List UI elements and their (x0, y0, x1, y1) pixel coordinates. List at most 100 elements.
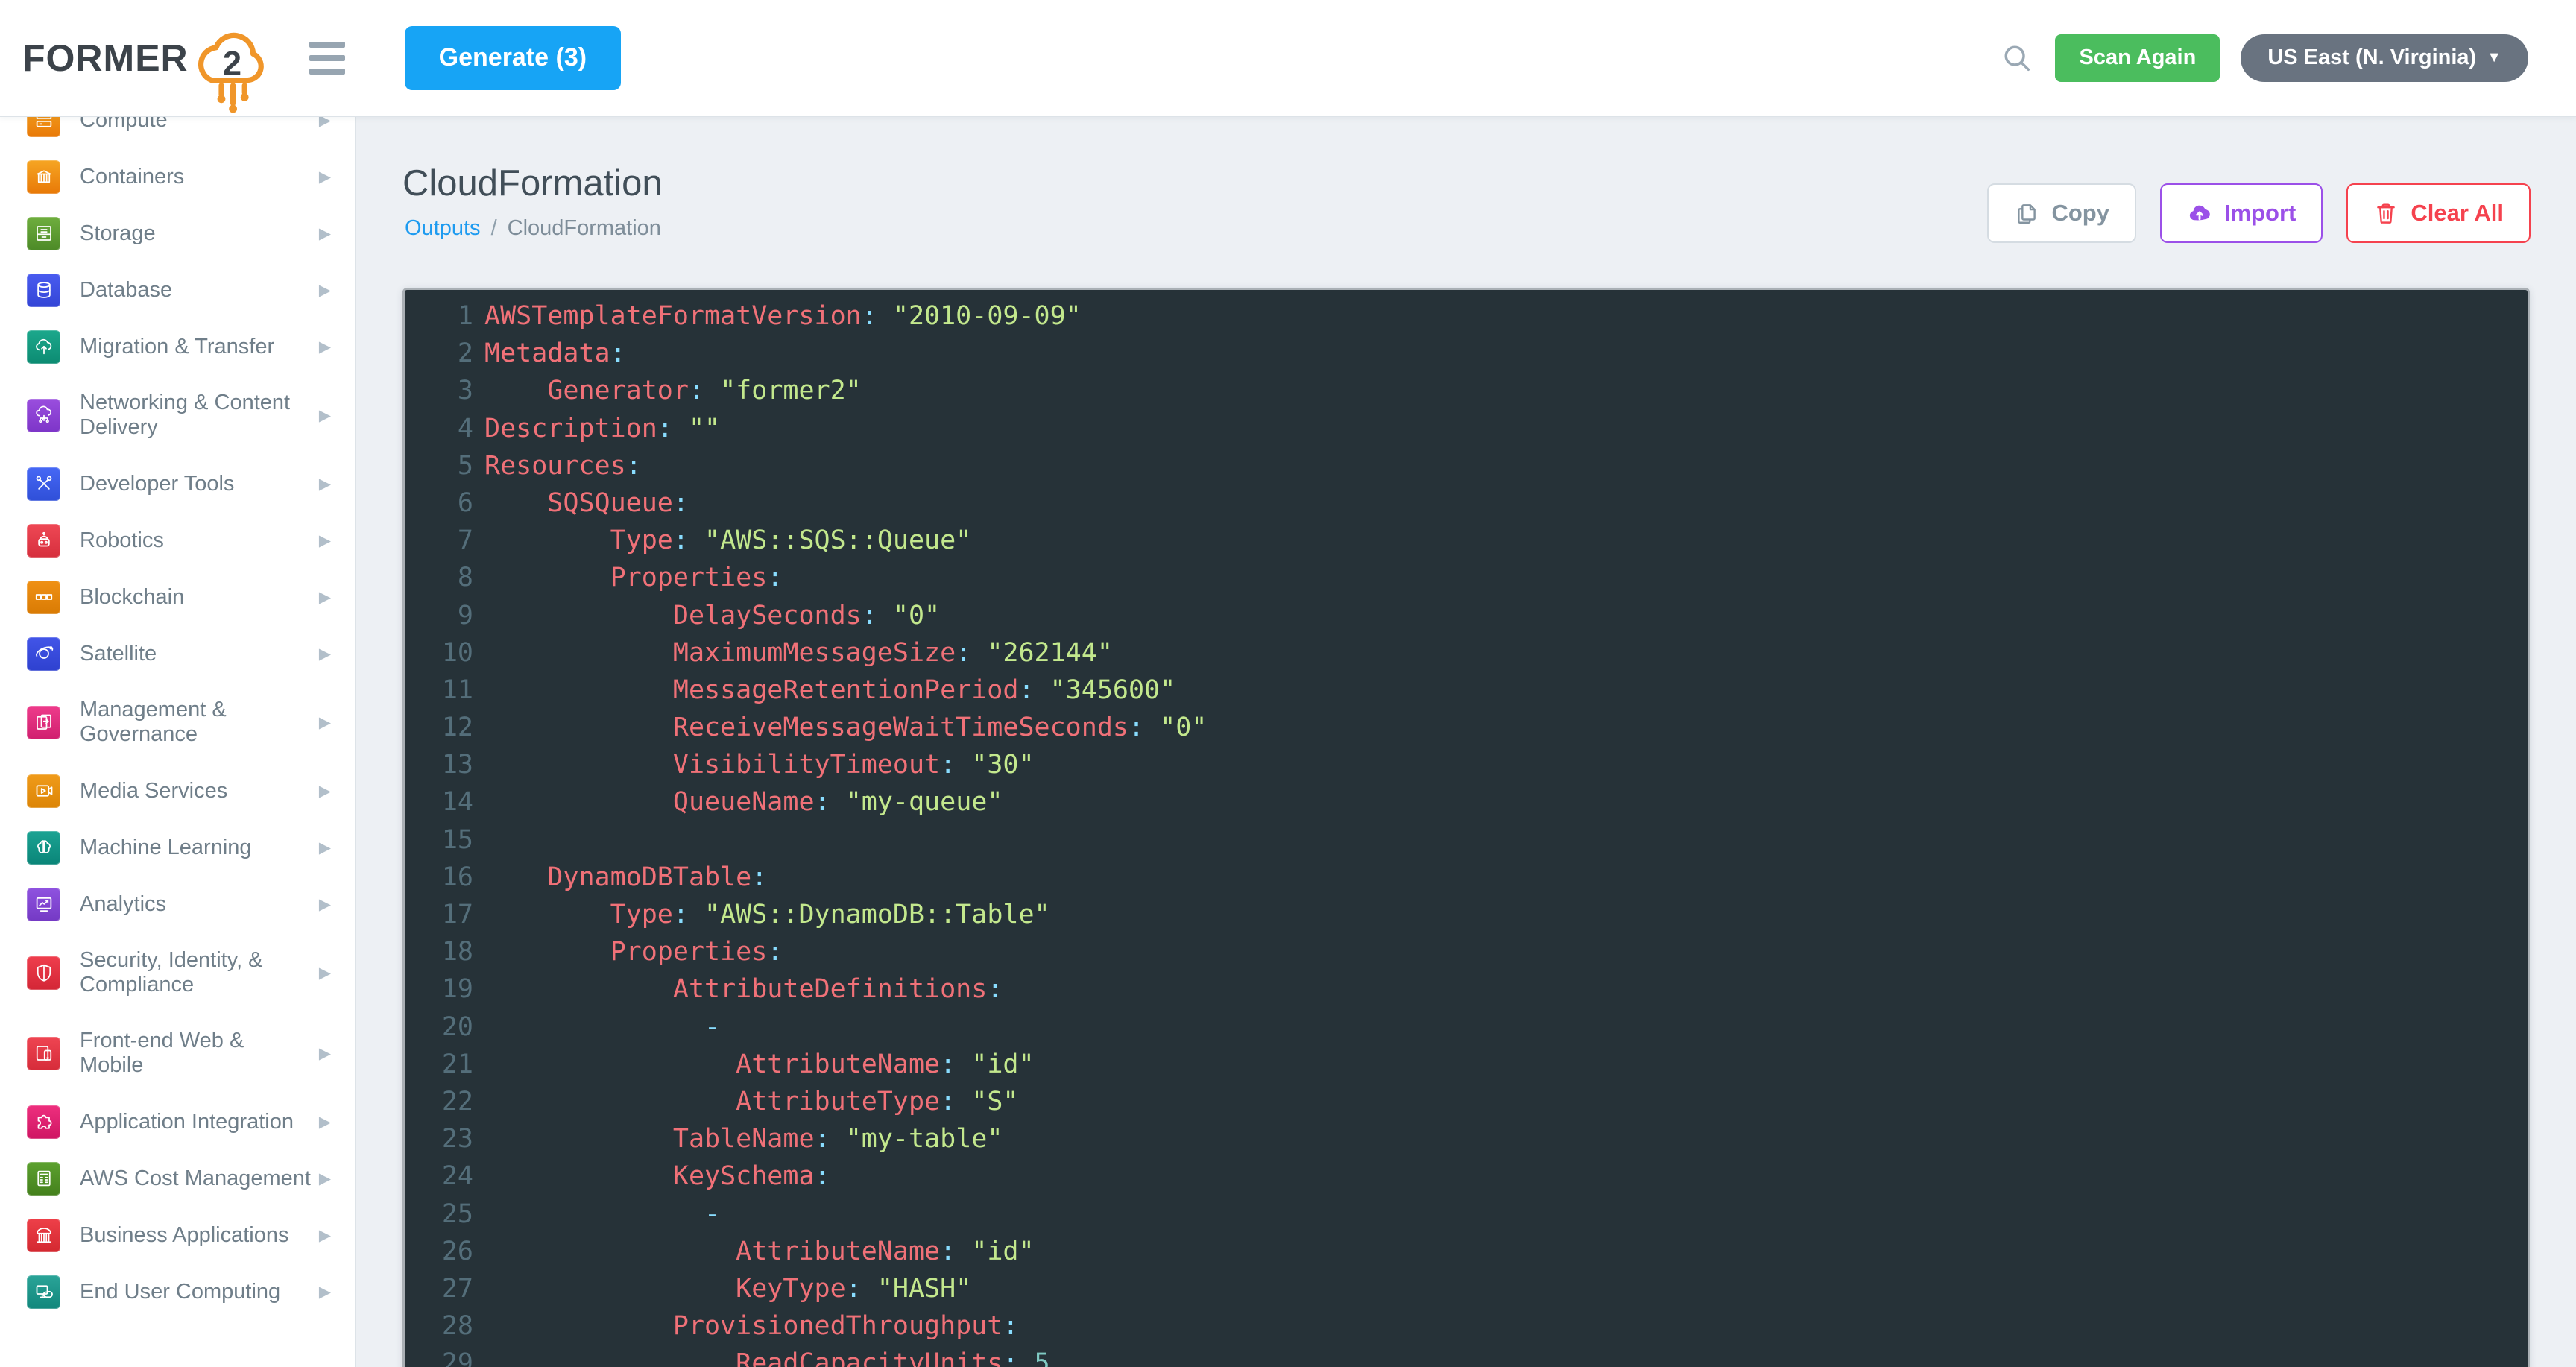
sidebar-item-networking-content-delivery[interactable]: Networking & Content Delivery▶ (0, 375, 355, 455)
import-button-label: Import (2224, 200, 2296, 227)
sidebar-item-satellite[interactable]: Satellite▶ (0, 625, 355, 682)
sidebar-item-front-end-web-mobile[interactable]: Front-end Web & Mobile▶ (0, 1013, 355, 1093)
sidebar-item-label: Developer Tools (80, 472, 319, 496)
trash-icon (2373, 201, 2399, 226)
search-icon[interactable] (2000, 41, 2034, 75)
code-line: 20 - (405, 1008, 2528, 1046)
former2-logo[interactable]: FORMER 2 (22, 10, 275, 106)
line-number: 26 (405, 1233, 473, 1270)
code-line-content: Properties: (473, 933, 783, 970)
sidebar-item-analytics[interactable]: Analytics▶ (0, 876, 355, 932)
line-number: 17 (405, 896, 473, 933)
sidebar-item-containers[interactable]: Containers▶ (0, 148, 355, 205)
line-number: 1 (405, 297, 473, 335)
code-line-content: Description: "" (473, 410, 720, 447)
satellite-icon (27, 637, 60, 671)
sidebar-item-label: AWS Cost Management (80, 1166, 319, 1191)
sidebar-item-end-user-computing[interactable]: End User Computing▶ (0, 1263, 355, 1320)
code-line: 16 DynamoDBTable: (405, 859, 2528, 896)
code-line: 26 AttributeName: "id" (405, 1233, 2528, 1270)
breadcrumb-outputs-link[interactable]: Outputs (405, 216, 481, 241)
sidebar-item-security-identity-compliance[interactable]: Security, Identity, & Compliance▶ (0, 932, 355, 1013)
sidebar-item-label: Robotics (80, 528, 319, 553)
code-line-content: ProvisionedThroughput: (473, 1307, 1018, 1345)
sidebar-item-developer-tools[interactable]: Developer Tools▶ (0, 455, 355, 512)
sidebar-item-application-integration[interactable]: Application Integration▶ (0, 1093, 355, 1150)
code-line: 27 KeyType: "HASH" (405, 1270, 2528, 1307)
sidebar-item-blockchain[interactable]: Blockchain▶ (0, 569, 355, 625)
clear-all-button-label: Clear All (2411, 200, 2504, 227)
sidebar-item-business-applications[interactable]: Business Applications▶ (0, 1207, 355, 1263)
containers-icon (27, 160, 60, 194)
chevron-right-icon: ▶ (319, 588, 331, 607)
clear-all-button[interactable]: Clear All (2346, 183, 2531, 243)
copy-button[interactable]: Copy (1987, 183, 2136, 243)
end-user-computing-icon (27, 1275, 60, 1309)
sidebar-item-media-services[interactable]: Media Services▶ (0, 763, 355, 819)
code-line-content (473, 821, 484, 859)
generate-button[interactable]: Generate (3) (405, 26, 621, 90)
app-header: FORMER 2 Generate (3) Scan (0, 0, 2576, 117)
code-line: 6 SQSQueue: (405, 484, 2528, 522)
code-line: 13 VisibilityTimeout: "30" (405, 746, 2528, 783)
menu-toggle-hamburger-icon[interactable] (309, 42, 345, 75)
code-line-content: KeySchema: (473, 1158, 830, 1195)
line-number: 3 (405, 372, 473, 409)
sidebar-item-compute[interactable]: Compute▶ (0, 117, 355, 148)
chevron-right-icon: ▶ (319, 645, 331, 663)
code-line-content: - (473, 1196, 720, 1233)
code-line-content: Generator: "former2" (473, 372, 862, 409)
template-actions: Copy Import Clear All (1987, 183, 2531, 243)
sidebar-item-storage[interactable]: Storage▶ (0, 205, 355, 262)
code-line-content: Type: "AWS::DynamoDB::Table" (473, 896, 1050, 933)
code-line: 4Description: "" (405, 410, 2528, 447)
chevron-right-icon: ▶ (319, 1226, 331, 1245)
sidebar-item-machine-learning[interactable]: Machine Learning▶ (0, 819, 355, 876)
sidebar-item-migration-transfer[interactable]: Migration & Transfer▶ (0, 318, 355, 375)
robotics-icon (27, 524, 60, 558)
code-line: 22 AttributeType: "S" (405, 1083, 2528, 1120)
chevron-right-icon: ▶ (319, 338, 331, 356)
line-number: 22 (405, 1083, 473, 1120)
region-selector-dropdown[interactable]: US East (N. Virginia) ▼ (2241, 34, 2528, 82)
sidebar-item-management-governance[interactable]: Management & Governance▶ (0, 682, 355, 763)
line-number: 21 (405, 1046, 473, 1083)
line-number: 4 (405, 410, 473, 447)
business-applications-icon (27, 1219, 60, 1252)
sidebar-item-label: Business Applications (80, 1223, 319, 1248)
line-number: 15 (405, 821, 473, 859)
code-line: 11 MessageRetentionPeriod: "345600" (405, 672, 2528, 709)
sidebar-item-label: Database (80, 278, 319, 303)
sidebar-item-database[interactable]: Database▶ (0, 262, 355, 318)
chevron-right-icon: ▶ (319, 895, 331, 914)
code-line: 19 AttributeDefinitions: (405, 970, 2528, 1008)
chevron-right-icon: ▶ (319, 782, 331, 801)
code-line: 3 Generator: "former2" (405, 372, 2528, 409)
line-number: 12 (405, 709, 473, 746)
application-integration-icon (27, 1105, 60, 1139)
code-line: 2Metadata: (405, 335, 2528, 372)
chevron-right-icon: ▶ (319, 168, 331, 186)
cloud-upload-icon (2187, 201, 2212, 226)
sidebar-item-robotics[interactable]: Robotics▶ (0, 512, 355, 569)
code-line-content: KeyType: "HASH" (473, 1270, 971, 1307)
sidebar-item-label: Front-end Web & Mobile (80, 1029, 319, 1078)
line-number: 16 (405, 859, 473, 896)
line-number: 20 (405, 1008, 473, 1046)
code-line-content: AttributeName: "id" (473, 1233, 1035, 1270)
yaml-code-editor[interactable]: 1AWSTemplateFormatVersion: "2010-09-09"2… (402, 288, 2530, 1367)
services-sidebar: Compute▶Containers▶Storage▶Database▶Migr… (0, 117, 356, 1367)
chevron-right-icon: ▶ (319, 713, 331, 732)
chevron-right-icon: ▶ (319, 406, 331, 425)
chevron-right-icon: ▶ (319, 1283, 331, 1301)
region-label: US East (N. Virginia) (2267, 45, 2476, 70)
sidebar-item-aws-cost-management[interactable]: AWS Cost Management▶ (0, 1150, 355, 1207)
scan-again-button[interactable]: Scan Again (2055, 34, 2220, 82)
code-line: 29 ReadCapacityUnits: 5 (405, 1345, 2528, 1367)
chevron-right-icon: ▶ (319, 1044, 331, 1063)
code-line: 5Resources: (405, 447, 2528, 484)
code-line-content: TableName: "my-table" (473, 1120, 1003, 1158)
import-button[interactable]: Import (2160, 183, 2323, 243)
chevron-right-icon: ▶ (319, 964, 331, 982)
logo-cloud-icon: 2 (186, 21, 275, 116)
